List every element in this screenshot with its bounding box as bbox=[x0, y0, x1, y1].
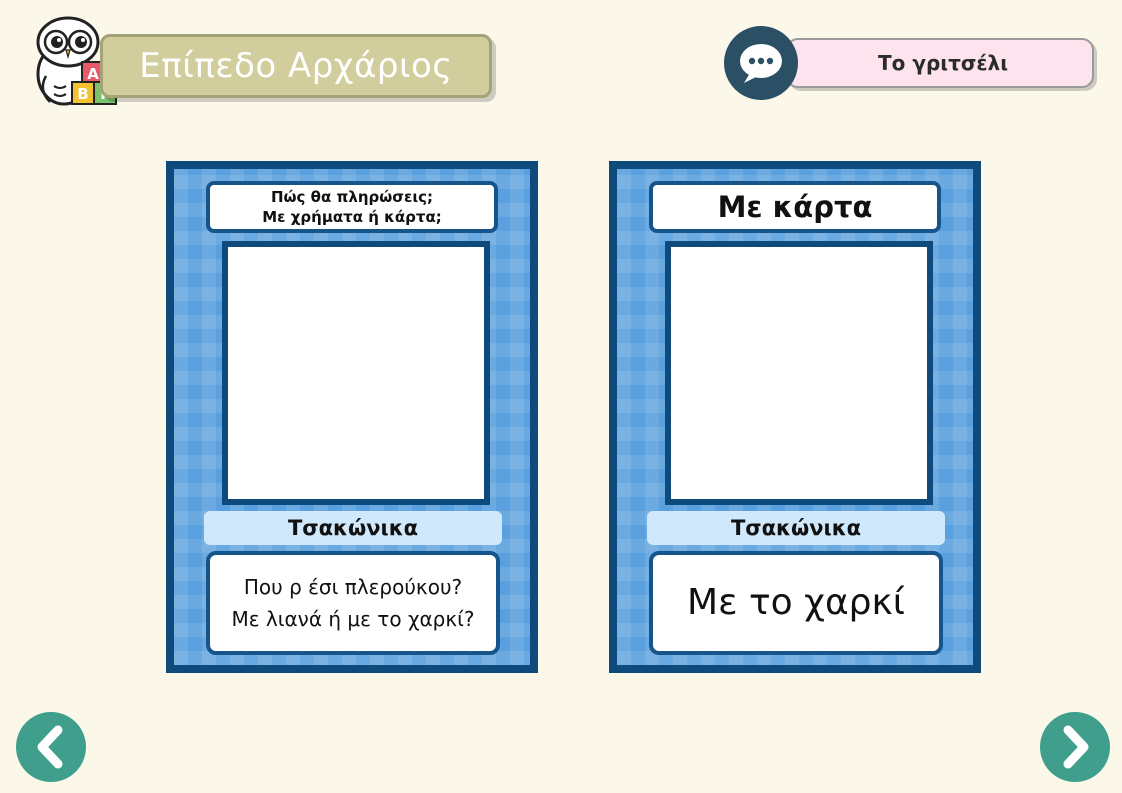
question-card: Πώς θα πληρώσεις; Με χρήματα ή κάρτα; Τσ… bbox=[166, 161, 538, 673]
logo-block-b: Β bbox=[77, 85, 88, 103]
answer-title-box: Με κάρτα bbox=[649, 181, 941, 233]
next-button[interactable] bbox=[1040, 712, 1110, 782]
translation-line-2: Με λιανά ή με το χαρκί? bbox=[231, 607, 475, 631]
question-translation-box: Που ρ έσι πλερούκου? Με λιανά ή με το χα… bbox=[206, 551, 500, 655]
question-line-1: Πώς θα πληρώσεις; bbox=[270, 188, 434, 206]
answer-translation: Με το χαρκί bbox=[687, 582, 905, 623]
dialect-label: Τσακώνικα bbox=[647, 511, 945, 545]
answer-translation-box: Με το χαρκί bbox=[649, 551, 943, 655]
topic-title: Το γριτσέλι bbox=[878, 51, 1008, 75]
answer-card: Με κάρτα Τσακώνικα Με το χαρκί bbox=[609, 161, 981, 673]
question-line-2: Με χρήματα ή κάρτα; bbox=[262, 208, 442, 226]
answer-picture bbox=[665, 241, 933, 505]
logo-block-a: Α bbox=[87, 65, 99, 83]
topic-pill: Το γριτσέλι bbox=[786, 38, 1094, 88]
answer-title: Με κάρτα bbox=[717, 190, 873, 224]
question-title-box: Πώς θα πληρώσεις; Με χρήματα ή κάρτα; bbox=[206, 181, 498, 233]
chat-bubble-icon bbox=[724, 26, 798, 100]
translation-line-1: Που ρ έσι πλερούκου? bbox=[243, 575, 463, 599]
question-picture bbox=[222, 241, 490, 505]
dialect-label: Τσακώνικα bbox=[204, 511, 502, 545]
level-title: Επίπεδο Αρχάριος bbox=[139, 46, 453, 86]
chevron-right-icon bbox=[1063, 725, 1089, 769]
level-banner: Επίπεδο Αρχάριος bbox=[100, 34, 492, 98]
previous-button[interactable] bbox=[16, 712, 86, 782]
chevron-left-icon bbox=[37, 725, 63, 769]
